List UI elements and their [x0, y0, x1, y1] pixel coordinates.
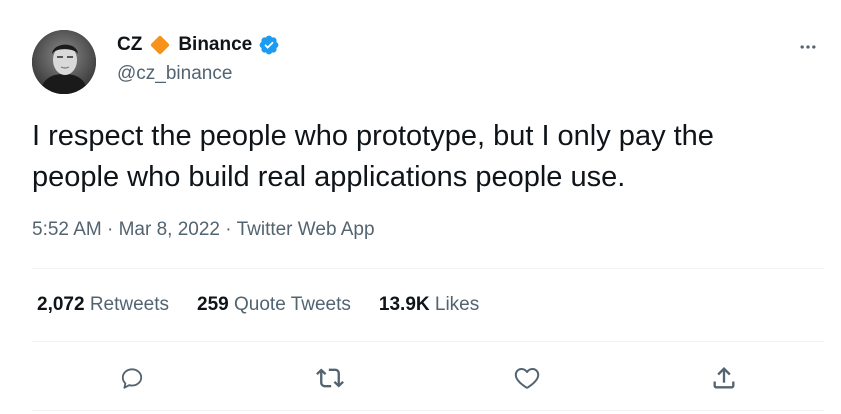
share-button[interactable] [704, 358, 744, 398]
retweets-label: Retweets [89, 294, 170, 315]
reply-button[interactable] [112, 358, 152, 398]
separator: · [107, 219, 114, 240]
reply-icon [121, 368, 143, 389]
retweet-button[interactable] [310, 358, 350, 398]
author-name-row[interactable]: CZ Binance [117, 33, 280, 57]
separator: · [225, 219, 232, 240]
tweet-text-line: I respect the people who prototype, but … [32, 120, 714, 152]
author-display-name[interactable]: CZ [117, 34, 142, 56]
heart-icon [514, 368, 540, 389]
tweet-text-line: people who build real applications peopl… [32, 161, 626, 193]
share-icon [713, 367, 735, 389]
quote-tweets-count: 259 [197, 294, 229, 315]
like-button[interactable] [507, 358, 547, 398]
more-icon [800, 45, 816, 49]
likes-label: Likes [434, 294, 480, 315]
tweet-text: I respect the people who prototype, but … [32, 116, 822, 198]
verified-badge-icon [258, 34, 280, 56]
tweet-time[interactable]: 5:52 AM [32, 219, 102, 240]
likes-count: 13.9K [378, 294, 430, 315]
divider [32, 410, 824, 411]
more-options-button[interactable] [793, 32, 823, 62]
quote-tweets-stat[interactable]: 259 Quote Tweets [197, 294, 351, 316]
retweet-icon [316, 368, 344, 388]
tweet-card: CZ Binance @cz_binance I respect the peo… [0, 0, 841, 414]
divider [32, 268, 824, 269]
tweet-metadata: 5:52 AM · Mar 8, 2022 · Twitter Web App [32, 219, 375, 241]
tweet-source[interactable]: Twitter Web App [237, 219, 375, 240]
retweets-stat[interactable]: 2,072 Retweets [37, 294, 169, 316]
author-affiliation[interactable]: Binance [178, 34, 252, 56]
quote-tweets-label: Quote Tweets [234, 294, 351, 315]
likes-stat[interactable]: 13.9K Likes [379, 294, 479, 316]
retweets-count: 2,072 [37, 294, 85, 315]
avatar-image [32, 30, 96, 94]
avatar[interactable] [32, 30, 96, 94]
tweet-date[interactable]: Mar 8, 2022 [119, 219, 220, 240]
binance-diamond-icon [148, 33, 172, 57]
tweet-actions-bar [32, 358, 824, 398]
author-handle[interactable]: @cz_binance [117, 63, 232, 85]
engagement-stats: 2,072 Retweets 259 Quote Tweets 13.9K Li… [37, 294, 479, 316]
divider [32, 341, 824, 342]
